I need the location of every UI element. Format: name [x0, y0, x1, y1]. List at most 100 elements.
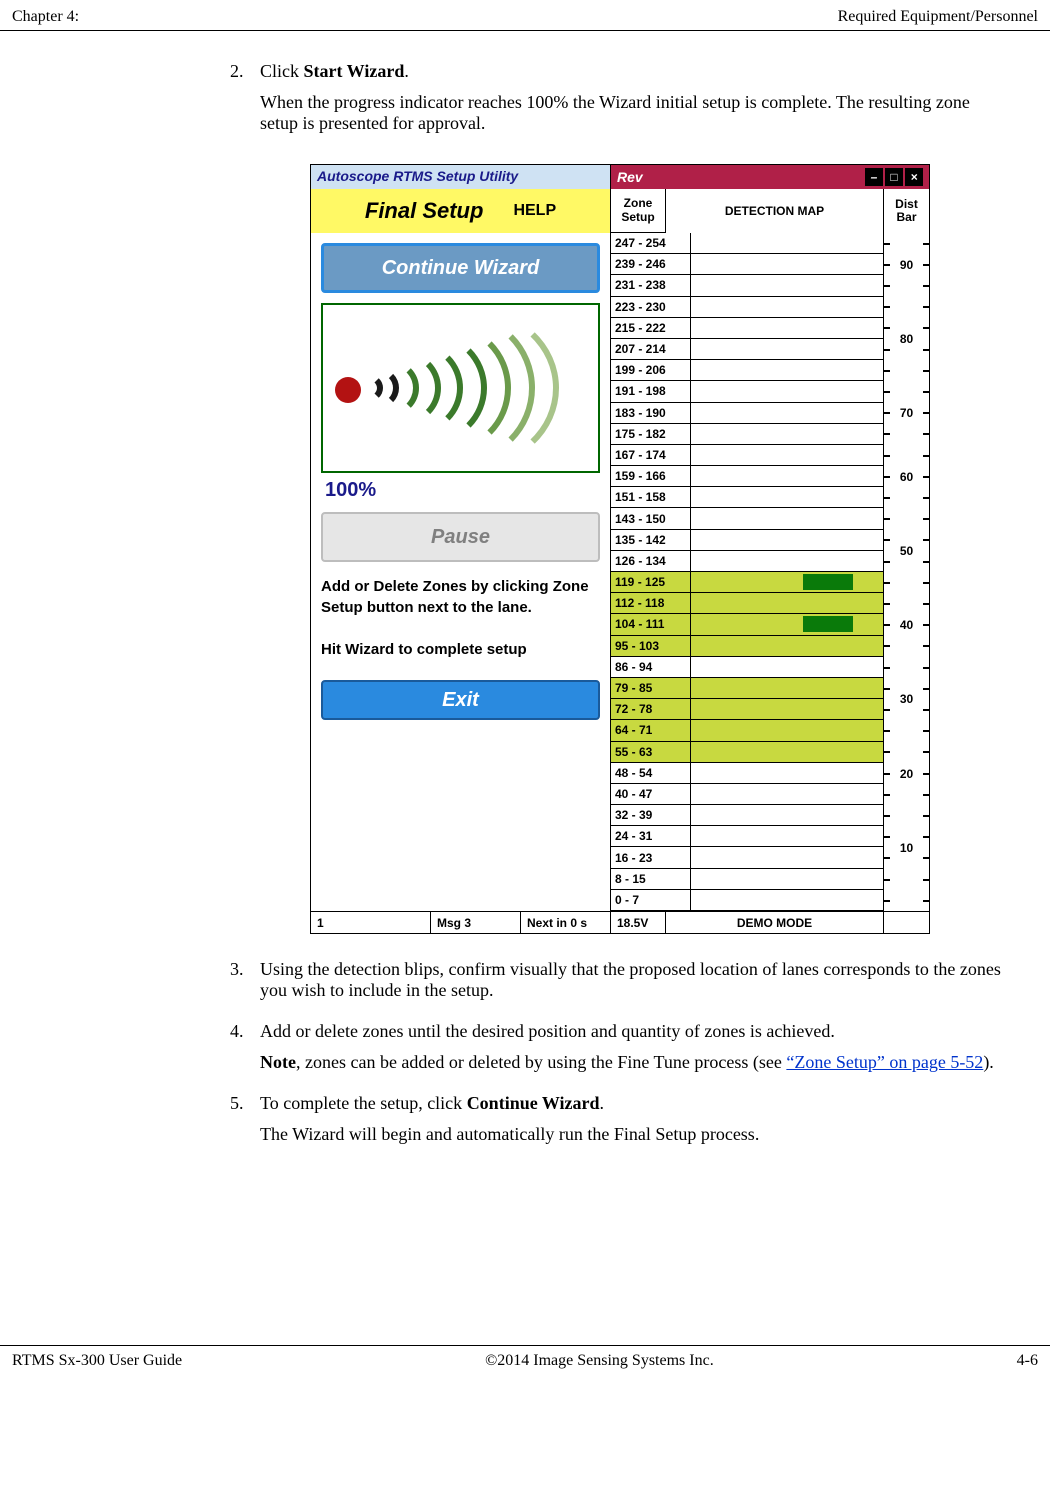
footer-msg: Msg 3: [431, 912, 521, 933]
maximize-icon[interactable]: □: [885, 168, 903, 186]
dist-tick: [884, 721, 929, 742]
zone-label-row[interactable]: 16 - 23: [611, 847, 690, 868]
detection-map-row: [691, 805, 883, 826]
zone-label-row[interactable]: 239 - 246: [611, 254, 690, 275]
final-setup-title: Final Setup: [365, 198, 484, 224]
detection-map-row: [691, 254, 883, 275]
step-body: Click Start Wizard. When the progress in…: [260, 61, 1010, 144]
continue-wizard-button[interactable]: Continue Wizard: [321, 243, 600, 293]
zone-label-row[interactable]: 167 - 174: [611, 445, 690, 466]
detection-map-row: [691, 890, 883, 911]
dist-tick: [884, 424, 929, 445]
detection-map-column: [691, 233, 884, 911]
zone-label-row[interactable]: 247 - 254: [611, 233, 690, 254]
step-4: 4. Add or delete zones until the desired…: [230, 1021, 1010, 1083]
dist-label: 90: [884, 254, 929, 275]
zone-setup-hdr: Zone Setup: [611, 189, 666, 233]
header-left: Chapter 4:: [12, 8, 79, 26]
zone-label-row[interactable]: 32 - 39: [611, 805, 690, 826]
detection-map-row: [691, 826, 883, 847]
page-content: 2. Click Start Wizard. When the progress…: [0, 31, 1050, 1205]
detection-map-row: [691, 381, 883, 402]
zone-label-row[interactable]: 151 - 158: [611, 487, 690, 508]
left-panel: Continue Wizard 100% Pause: [311, 233, 611, 911]
minimize-icon[interactable]: –: [865, 168, 883, 186]
footer-demo: DEMO MODE: [666, 912, 884, 933]
detection-map-row: [691, 847, 883, 868]
zone-label-row[interactable]: 199 - 206: [611, 360, 690, 381]
zone-label-row[interactable]: 79 - 85: [611, 678, 690, 699]
zone-label-row[interactable]: 64 - 71: [611, 720, 690, 741]
zone-label-row[interactable]: 112 - 118: [611, 593, 690, 614]
dist-label: 80: [884, 328, 929, 349]
zone-label-row[interactable]: 126 - 134: [611, 551, 690, 572]
detection-map-row: [691, 636, 883, 657]
zone-label-row[interactable]: 223 - 230: [611, 297, 690, 318]
dist-tick: [884, 509, 929, 530]
detection-map-row: [691, 869, 883, 890]
detection-map-row: [691, 339, 883, 360]
step-3: 3. Using the detection blips, confirm vi…: [230, 959, 1010, 1011]
dist-tick: [884, 445, 929, 466]
zone-label-row[interactable]: 231 - 238: [611, 275, 690, 296]
help-button[interactable]: HELP: [513, 202, 556, 220]
zone-column: 247 - 254239 - 246231 - 238223 - 230215 …: [611, 233, 691, 911]
radar-arc-icon: [387, 308, 559, 468]
dist-tick: [884, 784, 929, 805]
page-footer: RTMS Sx-300 User Guide ©2014 Image Sensi…: [0, 1345, 1050, 1376]
zone-label-row[interactable]: 0 - 7: [611, 890, 690, 911]
zone-label-row[interactable]: 143 - 150: [611, 508, 690, 529]
zone-label-row[interactable]: 135 - 142: [611, 530, 690, 551]
detection-map-row: [691, 530, 883, 551]
dist-bar-hdr: Dist Bar: [884, 189, 929, 233]
detection-blip: [803, 616, 853, 632]
dist-tick: [884, 233, 929, 254]
detection-map-row: [691, 678, 883, 699]
zone-label-row[interactable]: 8 - 15: [611, 869, 690, 890]
zone-setup-link[interactable]: “Zone Setup” on page 5-52: [786, 1052, 983, 1072]
detection-map-row: [691, 593, 883, 614]
progress-percent: 100%: [321, 477, 600, 512]
exit-button[interactable]: Exit: [321, 680, 600, 720]
zone-label-row[interactable]: 24 - 31: [611, 826, 690, 847]
footer-last: [884, 912, 929, 933]
footer-volt: 18.5V: [611, 912, 666, 933]
footer-next: Next in 0 s: [521, 912, 611, 933]
zone-label-row[interactable]: 175 - 182: [611, 424, 690, 445]
detection-map-row: [691, 318, 883, 339]
zone-label-row[interactable]: 40 - 47: [611, 784, 690, 805]
detection-map-row: [691, 275, 883, 296]
dist-tick: [884, 297, 929, 318]
zone-label-row[interactable]: 55 - 63: [611, 742, 690, 763]
dist-tick: [884, 890, 929, 911]
zone-label-row[interactable]: 95 - 103: [611, 636, 690, 657]
dist-label: 70: [884, 403, 929, 424]
close-icon[interactable]: ×: [905, 168, 923, 186]
zone-label-row[interactable]: 207 - 214: [611, 339, 690, 360]
zone-label-row[interactable]: 183 - 190: [611, 403, 690, 424]
detection-map-row: [691, 487, 883, 508]
detection-map-row: [691, 720, 883, 741]
dist-label: 30: [884, 689, 929, 710]
page-header: Chapter 4: Required Equipment/Personnel: [0, 0, 1050, 31]
zone-label-row[interactable]: 159 - 166: [611, 466, 690, 487]
step-5: 5. To complete the setup, click Continue…: [230, 1093, 1010, 1155]
detection-map-row: [691, 233, 883, 254]
pause-button[interactable]: Pause: [321, 512, 600, 562]
radar-graphic: [321, 303, 600, 473]
dist-tick: [884, 657, 929, 678]
zone-label-row[interactable]: 72 - 78: [611, 699, 690, 720]
zone-label-row[interactable]: 215 - 222: [611, 318, 690, 339]
header-right: Required Equipment/Personnel: [838, 8, 1038, 26]
detection-map-row: [691, 614, 883, 635]
zone-label-row[interactable]: 48 - 54: [611, 763, 690, 784]
zone-label-row[interactable]: 104 - 111: [611, 614, 690, 635]
zone-label-row[interactable]: 119 - 125: [611, 572, 690, 593]
detection-map-row: [691, 742, 883, 763]
zone-label-row[interactable]: 191 - 198: [611, 381, 690, 402]
zone-label-row[interactable]: 86 - 94: [611, 657, 690, 678]
instruction-text: Add or Delete Zones by clicking Zone Set…: [321, 572, 600, 680]
detection-map-row: [691, 763, 883, 784]
dist-tick: [884, 381, 929, 402]
detection-blip: [803, 574, 853, 590]
